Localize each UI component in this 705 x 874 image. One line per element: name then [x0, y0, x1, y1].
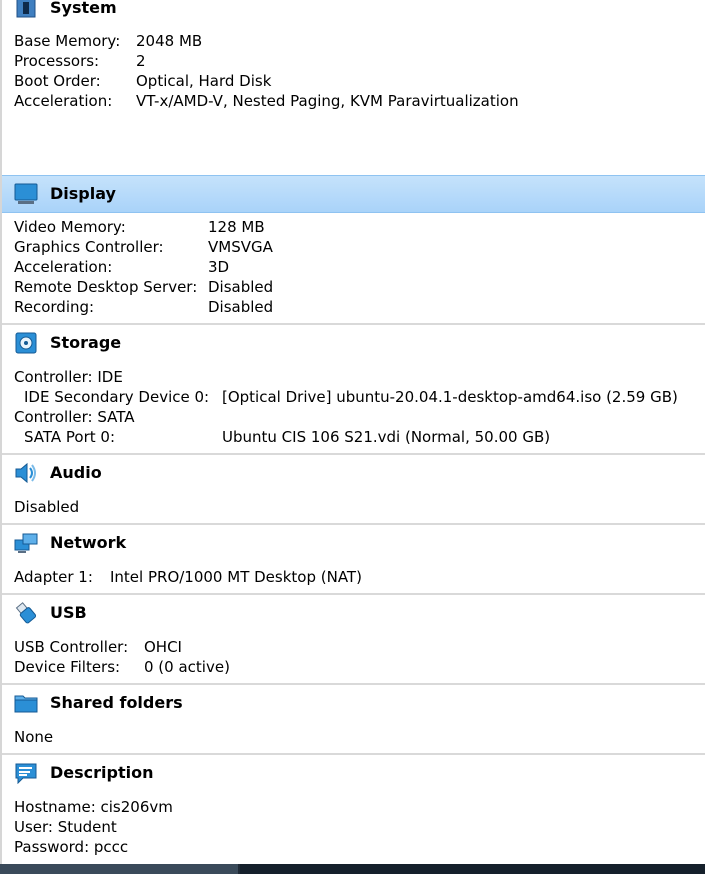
chip-icon	[14, 0, 38, 19]
section-audio: Audio Disabled	[2, 455, 705, 523]
shared-folders-header[interactable]: Shared folders	[2, 685, 705, 721]
section-system: System Base Memory: 2048 MB Processors: …	[2, 0, 705, 176]
usb-icon	[14, 602, 38, 624]
network-icon	[14, 532, 38, 554]
network-header[interactable]: Network	[2, 525, 705, 561]
vm-details-panel: System Base Memory: 2048 MB Processors: …	[0, 0, 705, 864]
taskbar-segment[interactable]	[240, 864, 705, 874]
section-storage: Storage Controller: IDE IDE Secondary De…	[2, 325, 705, 453]
section-shared-folders: Shared folders None	[2, 685, 705, 753]
taskbar-segment[interactable]	[0, 864, 238, 874]
display-header[interactable]: Display	[2, 175, 705, 213]
display-title: Display	[50, 184, 116, 203]
audio-header[interactable]: Audio	[2, 455, 705, 491]
speech-bubble-icon	[14, 762, 38, 785]
section-network: Network Adapter 1: Intel PRO/1000 MT Des…	[2, 525, 705, 593]
folder-icon	[14, 692, 38, 714]
shared-folders-title: Shared folders	[50, 693, 183, 712]
speaker-icon	[14, 462, 38, 484]
system-title: System	[50, 0, 117, 17]
audio-title: Audio	[50, 463, 102, 482]
network-title: Network	[50, 533, 127, 552]
disk-icon	[14, 332, 38, 354]
taskbar	[0, 864, 705, 874]
section-display: Display Video Memory: 128 MB Graphics Co…	[2, 175, 705, 325]
system-header[interactable]: System	[2, 0, 705, 26]
storage-header[interactable]: Storage	[2, 325, 705, 361]
monitor-icon	[14, 183, 38, 205]
description-header[interactable]: Description	[2, 755, 705, 791]
usb-title: USB	[50, 603, 87, 622]
section-description: Description Hostname: cis206vm User: Stu…	[2, 755, 705, 864]
section-usb: USB USB Controller: OHCI Device Filters:…	[2, 595, 705, 683]
usb-header[interactable]: USB	[2, 595, 705, 631]
description-title: Description	[50, 763, 154, 782]
storage-title: Storage	[50, 333, 122, 352]
